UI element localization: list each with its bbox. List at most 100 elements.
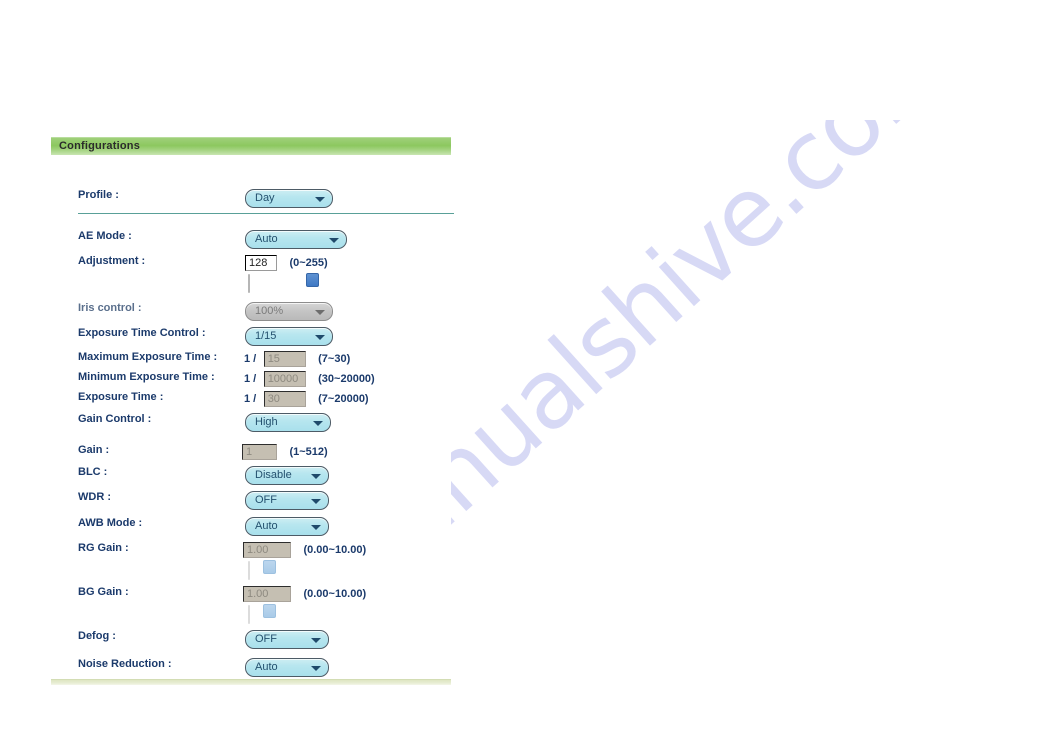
exposure-time-control-control: 1/15 — [245, 326, 333, 346]
adjustment-range-hint: (0~255) — [289, 256, 328, 269]
iris-control-control: 100% — [245, 301, 333, 321]
gain-control-select-value: High — [255, 416, 278, 428]
bg-gain-range-hint: (0.00~10.00) — [303, 587, 367, 600]
bg-gain-slider-thumb[interactable] — [263, 604, 276, 618]
exposure-time-prefix: 1 / — [244, 392, 257, 405]
defog-select[interactable]: OFF — [245, 630, 329, 649]
gain-control-label: Gain Control : — [78, 413, 152, 425]
maximum-exposure-time-label: Maximum Exposure Time : — [78, 351, 218, 363]
bg-gain-slider[interactable] — [248, 604, 276, 624]
row-rg-gain-slider — [51, 560, 451, 584]
gain-range-hint: (1~512) — [289, 445, 328, 458]
noise-reduction-label: Noise Reduction : — [78, 658, 172, 670]
section-divider — [78, 213, 454, 214]
chevron-down-icon — [313, 420, 323, 426]
row-rg-gain: RG Gain : 1.00 (0.00~10.00) — [51, 541, 451, 563]
noise-reduction-select[interactable]: Auto — [245, 658, 329, 677]
chevron-down-icon — [311, 498, 321, 504]
row-exposure-time-control: Exposure Time Control : 1/15 — [51, 326, 451, 348]
exposure-time-control-select[interactable]: 1/15 — [245, 327, 333, 346]
blc-label: BLC : — [78, 466, 108, 478]
wdr-label: WDR : — [78, 491, 111, 503]
adjustment-control: 128 (0~255) — [245, 254, 328, 272]
maximum-exposure-time-input[interactable]: 15 — [263, 350, 306, 367]
iris-control-select-value: 100% — [255, 305, 284, 317]
wdr-control: OFF — [245, 490, 329, 510]
row-bg-gain: BG Gain : 1.00 (0.00~10.00) — [51, 585, 451, 607]
row-blc: BLC : Disable — [51, 465, 451, 487]
chevron-down-icon — [311, 637, 321, 643]
bg-gain-control: 1.00 (0.00~10.00) — [243, 585, 366, 603]
minimum-exposure-time-input[interactable]: 10000 — [263, 370, 306, 387]
iris-control-select[interactable]: 100% — [245, 302, 333, 321]
bg-gain-slider-control — [248, 604, 276, 624]
row-gain-control: Gain Control : High — [51, 412, 451, 434]
gain-label: Gain : — [78, 444, 110, 456]
profile-select[interactable]: Day — [245, 189, 333, 208]
rg-gain-slider[interactable] — [248, 560, 276, 580]
adjustment-input[interactable]: 128 — [245, 254, 277, 271]
row-exposure-time: Exposure Time : 1 / 30 (7~20000) — [51, 390, 451, 412]
blc-select[interactable]: Disable — [245, 466, 329, 485]
chevron-down-icon — [315, 196, 325, 202]
chevron-down-icon — [315, 334, 325, 340]
minimum-exposure-time-range-hint: (30~20000) — [318, 372, 375, 385]
blc-control: Disable — [245, 465, 329, 485]
adjustment-label: Adjustment : — [78, 255, 146, 267]
row-defog: Defog : OFF — [51, 629, 451, 651]
ae-mode-label: AE Mode : — [78, 230, 132, 242]
gain-control-control: High — [245, 412, 331, 432]
adjustment-slider-thumb[interactable] — [306, 273, 319, 287]
row-noise-reduction: Noise Reduction : Auto — [51, 657, 451, 679]
panel-header: Configurations — [51, 137, 451, 155]
panel-title: Configurations — [59, 140, 141, 152]
row-awb-mode: AWB Mode : Auto — [51, 516, 451, 538]
row-adjustment-slider — [51, 273, 451, 297]
exposure-time-range-hint: (7~20000) — [318, 392, 369, 405]
gain-control-value: 1 (1~512) — [242, 443, 328, 461]
wdr-select[interactable]: OFF — [245, 491, 329, 510]
row-maximum-exposure-time: Maximum Exposure Time : 1 / 15 (7~30) — [51, 350, 451, 372]
chevron-down-icon — [315, 309, 325, 315]
gain-input[interactable]: 1 — [242, 443, 277, 460]
exposure-time-control: 1 / 30 (7~20000) — [244, 390, 369, 408]
exposure-time-label: Exposure Time : — [78, 391, 164, 403]
awb-mode-select[interactable]: Auto — [245, 517, 329, 536]
rg-gain-input[interactable]: 1.00 — [243, 541, 291, 558]
defog-label: Defog : — [78, 630, 116, 642]
row-gain: Gain : 1 (1~512) — [51, 443, 451, 465]
gain-control-select[interactable]: High — [245, 413, 331, 432]
defog-control: OFF — [245, 629, 329, 649]
adjustment-slider[interactable] — [248, 273, 319, 293]
profile-control: Day — [245, 188, 333, 208]
bg-gain-label: BG Gain : — [78, 586, 129, 598]
rg-gain-label: RG Gain : — [78, 542, 129, 554]
exposure-time-control-label: Exposure Time Control : — [78, 327, 206, 339]
noise-reduction-select-value: Auto — [255, 661, 278, 673]
ae-mode-select-value: Auto — [255, 233, 278, 245]
rg-gain-range-hint: (0.00~10.00) — [303, 543, 367, 556]
blc-select-value: Disable — [255, 469, 292, 481]
panel-body: Profile : Day AE Mode : Auto Adjustment — [51, 155, 454, 679]
maximum-exposure-time-range-hint: (7~30) — [318, 352, 351, 365]
defog-select-value: OFF — [255, 633, 277, 645]
bg-gain-input[interactable]: 1.00 — [243, 585, 291, 602]
awb-mode-select-value: Auto — [255, 520, 278, 532]
iris-control-label: Iris control : — [78, 302, 142, 314]
profile-select-value: Day — [255, 192, 275, 204]
row-minimum-exposure-time: Minimum Exposure Time : 1 / 10000 (30~20… — [51, 370, 451, 392]
rg-gain-slider-thumb[interactable] — [263, 560, 276, 574]
row-profile: Profile : Day — [51, 188, 451, 210]
ae-mode-select[interactable]: Auto — [245, 230, 347, 249]
row-adjustment: Adjustment : 128 (0~255) — [51, 254, 451, 276]
panel-footer — [51, 679, 451, 685]
chevron-down-icon — [311, 524, 321, 530]
configurations-panel: Configurations Profile : Day AE Mode : A… — [51, 137, 454, 685]
minimum-exposure-time-control: 1 / 10000 (30~20000) — [244, 370, 375, 388]
minimum-exposure-time-label: Minimum Exposure Time : — [78, 371, 215, 383]
chevron-down-icon — [311, 665, 321, 671]
exposure-time-input[interactable]: 30 — [263, 390, 306, 407]
maximum-exposure-time-prefix: 1 / — [244, 352, 257, 365]
chevron-down-icon — [311, 473, 321, 479]
rg-gain-control: 1.00 (0.00~10.00) — [243, 541, 366, 559]
